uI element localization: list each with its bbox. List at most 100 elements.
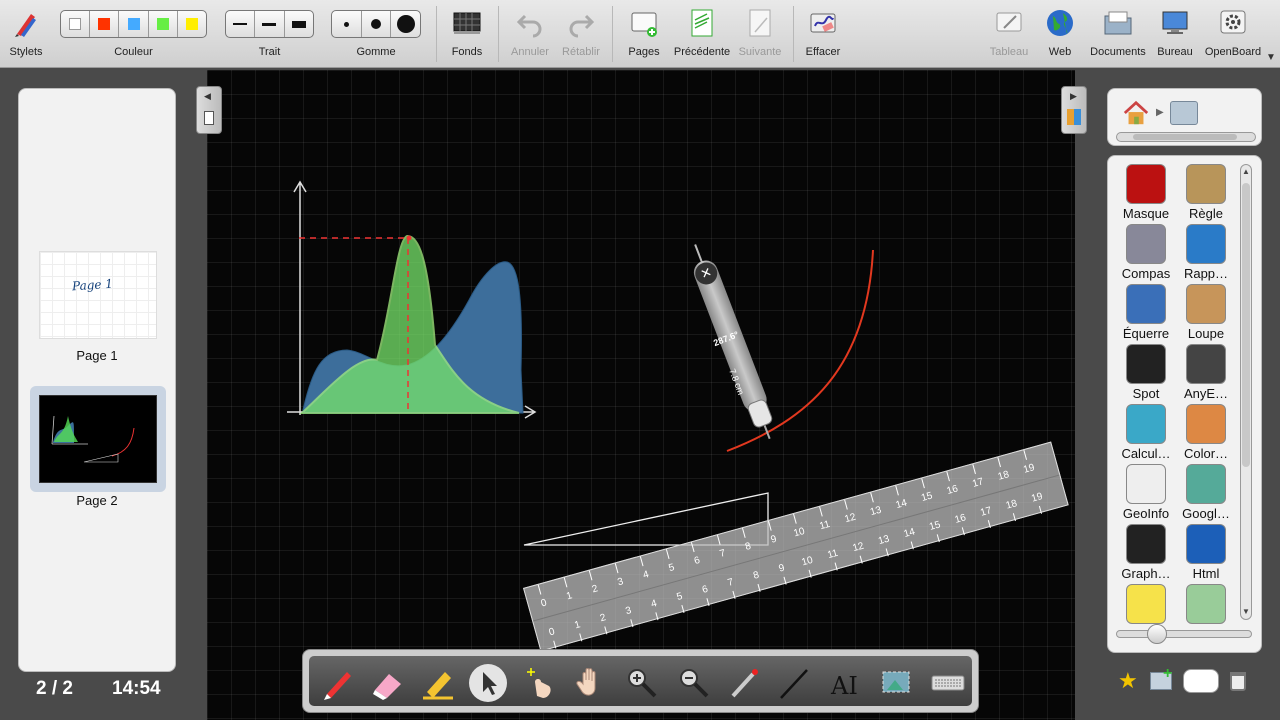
pages-button[interactable]: Pages xyxy=(619,0,669,68)
highlighter-tool-icon[interactable] xyxy=(419,664,457,702)
app-embed[interactable]: AnyE… xyxy=(1176,344,1236,401)
app-world-map[interactable]: GeoInfo xyxy=(1116,464,1176,521)
ruler-tick-label: 5 xyxy=(675,590,684,604)
hand-drawn-graph[interactable] xyxy=(287,180,537,419)
search-field[interactable] xyxy=(1183,669,1219,693)
suivante-label: Suivante xyxy=(738,46,782,58)
ruler-tick xyxy=(553,640,557,649)
graph-icon xyxy=(1126,524,1166,564)
effacer-button[interactable]: Effacer xyxy=(798,0,848,68)
apps-folder-icon[interactable] xyxy=(1170,101,1198,125)
app-calculator[interactable]: Calcul… xyxy=(1116,404,1176,461)
ruler-tick xyxy=(997,457,1002,468)
spotlight-icon xyxy=(1126,344,1166,384)
ruler-tick-label: 7 xyxy=(726,576,735,589)
page-1-thumbnail[interactable]: Page 1 xyxy=(39,251,157,339)
ruler-tick xyxy=(844,499,848,510)
slider-handle[interactable] xyxy=(1147,624,1167,644)
new-folder-icon[interactable]: + xyxy=(1150,665,1172,690)
web-button[interactable]: Web xyxy=(1036,0,1084,68)
stylets-button[interactable]: Stylets xyxy=(4,0,48,68)
app-mask[interactable]: Masque xyxy=(1116,164,1176,221)
magnifier-icon xyxy=(1186,284,1226,324)
pen-tool-icon[interactable] xyxy=(319,664,357,702)
ruler-tick xyxy=(1022,450,1027,461)
whiteboard-canvas[interactable]: ✕ 287.6° 7.8 cm 0 1 2 3 4 5 6 7 8 9 10 11 12 13 14 15 16… xyxy=(207,70,1075,720)
chevron-down-icon[interactable]: ▼ xyxy=(1266,52,1276,63)
calculator-icon xyxy=(1126,404,1166,444)
scroll-up-icon[interactable]: ▲ xyxy=(1242,167,1250,176)
world-map-icon xyxy=(1126,464,1166,504)
vertical-scrollbar[interactable]: ▲ ▼ xyxy=(1240,164,1252,620)
retablir-button[interactable]: Rétablir xyxy=(556,0,606,68)
select-tool[interactable] xyxy=(469,664,507,702)
app-magnifier[interactable]: Loupe xyxy=(1176,284,1236,341)
right-panel-toggle[interactable]: ▶ xyxy=(1061,86,1087,134)
line-tool-icon[interactable] xyxy=(775,664,813,702)
hand-tool-icon[interactable] xyxy=(571,664,609,702)
ruler-tick xyxy=(742,528,746,538)
page-2-thumbnail[interactable] xyxy=(39,395,157,483)
separator xyxy=(498,6,499,62)
scrollbar-thumb[interactable] xyxy=(1133,134,1237,140)
ruler-tick-label: 17 xyxy=(971,476,985,490)
app-graph[interactable]: Graph… xyxy=(1116,524,1176,581)
app-spotlight[interactable]: Spot xyxy=(1116,344,1176,401)
zoom-in-icon[interactable] xyxy=(623,664,661,702)
effacer-label: Effacer xyxy=(805,46,841,58)
page-list-icon xyxy=(204,111,214,125)
app-search-map[interactable] xyxy=(1176,584,1236,626)
annuler-button[interactable]: Annuler xyxy=(505,0,555,68)
ruler-tick-label: 11 xyxy=(826,547,840,562)
laser-pointer-icon[interactable] xyxy=(725,664,763,702)
library-navigation: ▶ xyxy=(1107,88,1262,146)
ruler-tick-label: 1 xyxy=(565,590,574,603)
app-html[interactable]: Html xyxy=(1176,524,1236,581)
ruler-tick xyxy=(706,598,710,607)
home-icon[interactable] xyxy=(1122,99,1150,127)
ruler-tick xyxy=(537,584,542,595)
gomme-group: Gomme xyxy=(331,0,421,68)
app-notes[interactable] xyxy=(1116,584,1176,626)
ruler-tick xyxy=(946,471,950,482)
keyboard-icon[interactable] xyxy=(929,664,967,702)
capture-tool-icon[interactable] xyxy=(877,664,915,702)
app-set-square[interactable]: Équerre xyxy=(1116,284,1176,341)
ruler-tick-label: 13 xyxy=(877,533,891,548)
app-ruler[interactable]: Règle xyxy=(1176,164,1236,221)
zoom-slider[interactable] xyxy=(1116,624,1252,644)
left-panel-toggle[interactable]: ◀ xyxy=(196,86,222,134)
suivante-button[interactable]: Suivante xyxy=(733,0,787,68)
ruler-tick xyxy=(818,506,823,517)
redo-icon xyxy=(569,14,595,38)
eraser-tool-icon[interactable] xyxy=(369,664,407,702)
documents-button[interactable]: Documents xyxy=(1088,0,1148,68)
favorite-star-icon[interactable]: ★ xyxy=(1118,668,1138,694)
precedente-button[interactable]: Précédente xyxy=(672,0,732,68)
fonds-button[interactable]: Fonds xyxy=(442,0,492,68)
precedente-label: Précédente xyxy=(673,46,731,58)
app-color-picker[interactable]: Color… xyxy=(1176,404,1236,461)
app-label: Équerre xyxy=(1122,326,1170,341)
ruler-tick-label: 9 xyxy=(769,533,778,546)
tableau-button[interactable]: Tableau xyxy=(984,0,1034,68)
couleur-group: Couleur xyxy=(60,0,207,68)
app-compass[interactable]: Compas xyxy=(1116,224,1176,281)
horizontal-scrollbar[interactable] xyxy=(1116,132,1256,142)
zoom-out-icon[interactable] xyxy=(675,664,713,702)
text-tool-icon[interactable]: AI xyxy=(827,664,865,702)
openboard-button[interactable]: OpenBoard xyxy=(1203,0,1263,68)
scrollbar-thumb[interactable] xyxy=(1242,183,1250,467)
bureau-button[interactable]: Bureau xyxy=(1151,0,1199,68)
app-protractor[interactable]: Rapp… xyxy=(1176,224,1236,281)
ruler-tick xyxy=(767,520,772,531)
scroll-down-icon[interactable]: ▼ xyxy=(1242,607,1250,616)
trash-icon[interactable] xyxy=(1230,672,1246,691)
ruler-tick-label: 4 xyxy=(641,569,651,582)
ruler-tick xyxy=(808,569,812,578)
page-2-preview xyxy=(51,415,135,463)
interact-tool-icon[interactable] xyxy=(519,664,557,702)
pages-panel: Page 1 Page 1 Page 2 xyxy=(18,88,176,672)
next-page-icon xyxy=(749,9,771,37)
app-maps[interactable]: Googl… xyxy=(1176,464,1236,521)
